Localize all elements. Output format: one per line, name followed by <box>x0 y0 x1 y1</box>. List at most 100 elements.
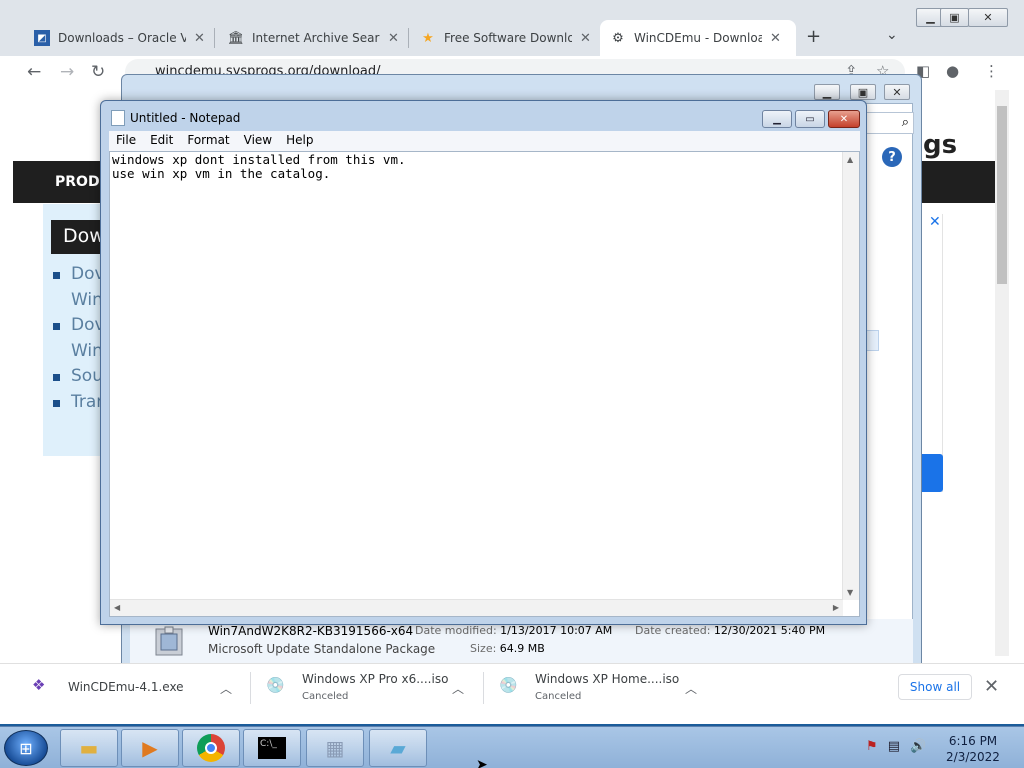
editor-vertical-scrollbar[interactable]: ▲ ▼ <box>842 152 859 600</box>
list-item[interactable]: Win <box>53 341 105 367</box>
download-item[interactable]: 💿 Windows XP Pro x6....iso Canceled ︿ <box>258 664 476 712</box>
download-name: WinCDEmu-4.1.exe <box>68 680 184 694</box>
chevron-up-icon[interactable]: ︿ <box>220 680 232 697</box>
size-value: 64.9 MB <box>499 642 545 655</box>
taskbar-package-button[interactable]: ▦ <box>306 729 364 767</box>
explorer-close-button[interactable]: ✕ <box>884 84 910 100</box>
star-icon: ★ <box>422 30 434 46</box>
tab-internet-archive[interactable]: 🏛 Internet Archive Search ✕ <box>218 20 409 56</box>
iso-file-icon: 💿 <box>266 676 285 694</box>
tab-wincdemu[interactable]: ⚙ WinCDEmu - Download ✕ <box>600 20 796 56</box>
taskbar-chrome-button[interactable] <box>182 729 240 767</box>
menu-file[interactable]: File <box>109 131 143 147</box>
scroll-left-icon[interactable]: ◀ <box>114 603 120 612</box>
close-button[interactable]: ✕ <box>968 8 1008 27</box>
close-tab-icon[interactable]: ✕ <box>770 31 781 46</box>
file-details-pane[interactable]: Win7AndW2K8R2-KB3191566-x64 Microsoft Up… <box>130 619 913 663</box>
list-item[interactable]: Dov <box>53 264 105 290</box>
notepad-icon <box>111 110 125 126</box>
network-icon[interactable]: ▤ <box>888 739 900 754</box>
chevron-up-icon[interactable]: ︿ <box>685 680 697 697</box>
download-item[interactable]: 💿 Windows XP Home....iso Canceled ︿ <box>491 664 709 712</box>
menu-edit[interactable]: Edit <box>143 131 180 147</box>
download-status: Canceled <box>535 691 582 702</box>
notepad-window: Untitled - Notepad ▁ ▭ ✕ File Edit Format V… <box>100 100 867 625</box>
installer-icon: ❖ <box>32 676 46 694</box>
list-item[interactable]: Sou <box>53 366 105 392</box>
scroll-up-icon[interactable]: ▲ <box>847 155 853 164</box>
notepad-title: Untitled - Notepad <box>130 111 241 125</box>
menu-icon[interactable]: ⋮ <box>984 62 999 80</box>
show-all-button[interactable]: Show all <box>898 674 972 700</box>
downloads-bar: ❖ WinCDEmu-4.1.exe ︿ 💿 Windows XP Pro x6… <box>0 663 1024 711</box>
search-icon: ⌕ <box>901 115 909 130</box>
download-list: Dov Win Dov Win Sou Trar <box>53 264 105 417</box>
list-item[interactable]: Win <box>53 290 105 316</box>
taskbar-media-player-button[interactable]: ▶ <box>121 729 179 767</box>
reload-icon[interactable]: ↻ <box>91 62 105 82</box>
back-icon[interactable]: ← <box>27 62 41 82</box>
restore-button[interactable]: ▣ <box>940 8 969 27</box>
notepad-close-button[interactable]: ✕ <box>828 110 860 128</box>
ad-button[interactable] <box>921 454 943 492</box>
package-file-icon <box>152 625 186 659</box>
menu-format[interactable]: Format <box>180 131 236 147</box>
help-icon[interactable]: ? <box>882 147 902 167</box>
chevron-up-icon[interactable]: ︿ <box>452 680 464 697</box>
vbox-icon: ◩ <box>34 30 50 46</box>
download-name: Windows XP Pro x6....iso <box>302 672 449 686</box>
size-label: Size: <box>470 642 497 655</box>
tab-oracle-vm[interactable]: ◩ Downloads – Oracle VM ✕ <box>24 20 215 56</box>
list-item[interactable]: Dov <box>53 315 105 341</box>
tab-search-button[interactable]: ⌄ <box>886 27 898 43</box>
file-name: Win7AndW2K8R2-KB3191566-x64 <box>208 624 414 638</box>
clock-date: 2/3/2022 <box>946 750 1000 764</box>
page-scrollbar[interactable] <box>995 90 1009 656</box>
flag-icon[interactable]: ⚑ <box>866 739 878 754</box>
search-input[interactable]: ⌕ <box>862 112 914 134</box>
notepad-maximize-button[interactable]: ▭ <box>795 110 825 128</box>
menu-help[interactable]: Help <box>279 131 320 147</box>
download-item[interactable]: ❖ WinCDEmu-4.1.exe ︿ <box>24 664 244 712</box>
chrome-icon <box>197 734 225 762</box>
close-tab-icon[interactable]: ✕ <box>388 31 399 46</box>
mouse-cursor-icon: ➤ <box>476 757 488 768</box>
download-status: Canceled <box>302 691 349 702</box>
explorer-maximize-button[interactable]: ▣ <box>850 84 876 100</box>
date-modified-label: Date modified: <box>415 624 497 637</box>
text-editor[interactable]: windows xp dont installed from this vm. … <box>109 151 860 617</box>
profile-icon[interactable]: ● <box>946 62 959 80</box>
taskbar-explorer-button[interactable]: ▬ <box>60 729 118 767</box>
taskbar-cmd-button[interactable]: C:\_ <box>243 729 301 767</box>
taskbar-notepad-button[interactable]: ▰ <box>369 729 427 767</box>
list-item[interactable]: Trar <box>53 392 105 418</box>
media-player-icon: ▶ <box>142 736 158 760</box>
close-tab-icon[interactable]: ✕ <box>194 31 205 46</box>
volume-icon[interactable]: 🔊 <box>910 739 926 754</box>
tab-title: WinCDEmu - Download <box>634 31 762 45</box>
scroll-down-icon[interactable]: ▼ <box>847 588 853 597</box>
notepad-minimize-button[interactable]: ▁ <box>762 110 792 128</box>
download-name: Windows XP Home....iso <box>535 672 680 686</box>
iso-file-icon: 💿 <box>499 676 518 694</box>
editor-horizontal-scrollbar[interactable]: ◀ ▶ <box>110 599 843 616</box>
editor-text: windows xp dont installed from this vm. … <box>112 152 406 181</box>
close-downloads-bar-icon[interactable]: ✕ <box>984 676 999 697</box>
ad-close-icon[interactable]: ✕ <box>929 214 941 230</box>
tab-free-software[interactable]: ★ Free Software Download ✕ <box>410 20 601 56</box>
scroll-right-icon[interactable]: ▶ <box>833 603 839 612</box>
ad-frame <box>921 214 943 492</box>
tab-title: Free Software Download <box>444 31 572 45</box>
explorer-minimize-button[interactable]: ▁ <box>814 84 840 100</box>
close-tab-icon[interactable]: ✕ <box>580 31 591 46</box>
clock[interactable]: 6:16 PM 2/3/2022 <box>946 733 1000 765</box>
start-button[interactable]: ⊞ <box>4 730 48 766</box>
date-modified-value: 1/13/2017 10:07 AM <box>500 624 613 637</box>
site-logo[interactable]: gs <box>923 130 957 160</box>
folder-icon: ▬ <box>79 736 99 760</box>
new-tab-button[interactable]: + <box>806 26 821 47</box>
date-created-value: 12/30/2021 5:40 PM <box>713 624 826 637</box>
forward-icon[interactable]: → <box>60 62 74 82</box>
menu-view[interactable]: View <box>237 131 279 147</box>
file-type: Microsoft Update Standalone Package <box>208 642 436 656</box>
